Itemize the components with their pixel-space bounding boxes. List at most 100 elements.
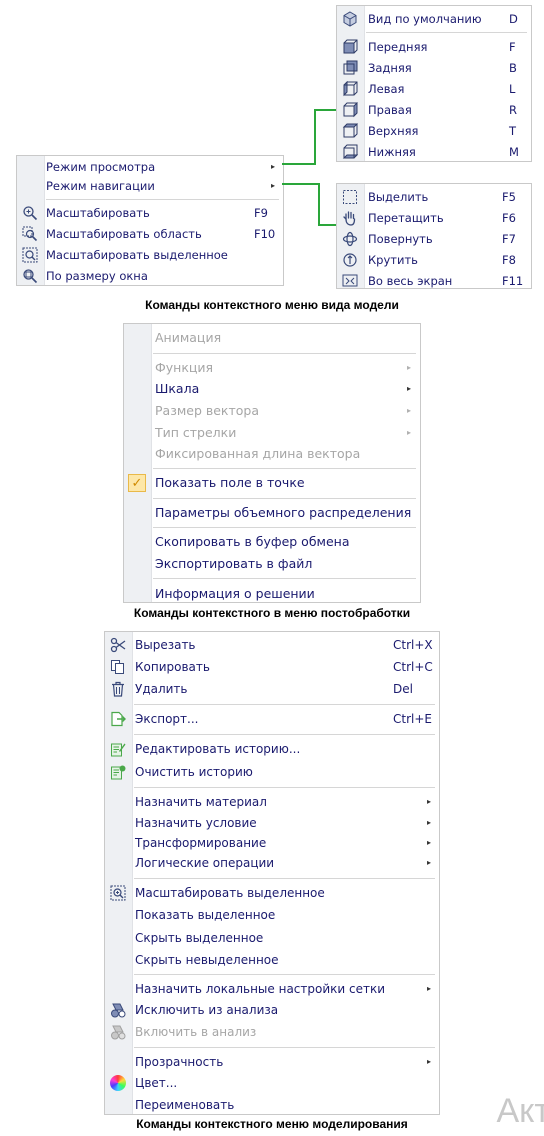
menu-item-show-selected[interactable]: Показать выделенное bbox=[105, 905, 439, 925]
menu-item-delete[interactable]: Удалить Del bbox=[105, 679, 439, 699]
menu-item-label: Анимация bbox=[155, 330, 222, 345]
menu-item-hide-unselected[interactable]: Скрыть невыделенное bbox=[105, 950, 439, 970]
shortcut-label: L bbox=[509, 82, 516, 96]
menu-item-local-mesh-settings[interactable]: Назначить локальные настройки сетки ▸ bbox=[105, 979, 439, 999]
menu-item-pan[interactable]: Перетащить F6 bbox=[337, 208, 531, 228]
rotate-icon bbox=[342, 231, 358, 247]
connector-line bbox=[282, 183, 320, 185]
cube-top-icon bbox=[342, 123, 358, 138]
menu-item-default-view[interactable]: Вид по умолчанию D bbox=[337, 9, 531, 29]
menu-separator bbox=[153, 527, 416, 528]
shortcut-label: M bbox=[509, 145, 519, 159]
submenu-arrow-icon: ▸ bbox=[427, 797, 432, 806]
menu-item-export-file[interactable]: Экспортировать в файл bbox=[124, 553, 420, 575]
edit-history-icon bbox=[111, 743, 126, 757]
menu-item-nav-mode[interactable]: Режим навигации ▸ bbox=[17, 176, 283, 196]
shortcut-label: F11 bbox=[502, 274, 524, 288]
menu-item-label: Задняя bbox=[368, 61, 412, 75]
menu-item-label: Шкала bbox=[155, 381, 200, 396]
menu-item-right[interactable]: Правая R bbox=[337, 100, 531, 120]
caption-postprocessing-menu: Команды контекстного в меню постобработк… bbox=[133, 606, 411, 620]
menu-item-copy[interactable]: Копировать Ctrl+C bbox=[105, 657, 439, 677]
menu-item-zoom-selected[interactable]: Масштабировать выделенное bbox=[17, 245, 283, 265]
submenu-arrow-icon: ▸ bbox=[271, 162, 276, 171]
menu-item-label: Скопировать в буфер обмена bbox=[155, 534, 350, 549]
view-mode-submenu: Вид по умолчанию D Передняя F Задняя B Л… bbox=[336, 5, 532, 162]
cube-back-icon bbox=[343, 60, 358, 75]
menu-item-edit-history[interactable]: Редактировать историю... bbox=[105, 739, 439, 759]
menu-item-exclude-analysis[interactable]: Исключить из анализа bbox=[105, 1000, 439, 1020]
menu-separator bbox=[134, 734, 435, 735]
caption-modeling-menu: Команды контекстного меню моделирования bbox=[136, 1117, 408, 1131]
shortcut-label: D bbox=[509, 12, 518, 26]
menu-item-label: Очистить историю bbox=[135, 765, 253, 779]
zoom-selected-icon bbox=[22, 247, 38, 263]
menu-item-color[interactable]: Цвет... bbox=[105, 1073, 439, 1093]
menu-item-assign-material[interactable]: Назначить материал ▸ bbox=[105, 792, 439, 812]
menu-item-copy-clipboard[interactable]: Скопировать в буфер обмена bbox=[124, 531, 420, 553]
menu-separator bbox=[134, 704, 435, 705]
menu-item-label: Тип стрелки bbox=[155, 425, 237, 440]
shortcut-label: F bbox=[509, 40, 516, 54]
menu-item-rename[interactable]: Переименовать bbox=[105, 1095, 439, 1115]
menu-item-volume-distribution-params[interactable]: Параметры объемного распределения bbox=[124, 502, 420, 524]
menu-item-label: Скрыть выделенное bbox=[135, 931, 264, 945]
caption-view-menu: Команды контекстного меню вида модели bbox=[145, 298, 399, 312]
submenu-arrow-icon: ▸ bbox=[427, 858, 432, 867]
menu-item-boolean-ops[interactable]: Логические операции ▸ bbox=[105, 853, 439, 873]
menu-item-view-mode[interactable]: Режим просмотра ▸ bbox=[17, 157, 283, 177]
menu-item-clear-history[interactable]: Очистить историю bbox=[105, 762, 439, 782]
menu-item-label: Цвет... bbox=[135, 1076, 178, 1090]
menu-item-left[interactable]: Левая L bbox=[337, 79, 531, 99]
menu-separator bbox=[134, 878, 435, 879]
menu-item-zoom-area[interactable]: Масштабировать область F10 bbox=[17, 224, 283, 244]
shortcut-label: F10 bbox=[254, 227, 276, 241]
menu-item-zoom-selected[interactable]: Масштабировать выделенное bbox=[105, 883, 439, 903]
menu-item-show-field-at-point[interactable]: ✓ Показать поле в точке bbox=[124, 472, 420, 494]
export-icon bbox=[111, 711, 126, 727]
menu-item-assign-condition[interactable]: Назначить условие ▸ bbox=[105, 813, 439, 833]
menu-item-select[interactable]: Выделить F5 bbox=[337, 187, 531, 207]
menu-item-zoom[interactable]: Масштабировать F9 bbox=[17, 203, 283, 223]
shortcut-label: F8 bbox=[502, 253, 516, 267]
menu-item-transform[interactable]: Трансформирование ▸ bbox=[105, 833, 439, 853]
menu-item-label: Скрыть невыделенное bbox=[135, 953, 279, 967]
menu-item-transparency[interactable]: Прозрачность ▸ bbox=[105, 1052, 439, 1072]
menu-separator bbox=[134, 1047, 435, 1048]
nav-mode-submenu: Выделить F5 Перетащить F6 Повернуть F7 К… bbox=[336, 183, 532, 289]
menu-item-label: Исключить из анализа bbox=[135, 1003, 279, 1017]
menu-item-animation: Анимация bbox=[124, 327, 420, 349]
menu-item-cut[interactable]: Вырезать Ctrl+X bbox=[105, 635, 439, 655]
shortcut-label: R bbox=[509, 103, 517, 117]
menu-item-back[interactable]: Задняя B bbox=[337, 58, 531, 78]
menu-item-fullscreen[interactable]: Во весь экран F11 bbox=[337, 271, 531, 291]
include-analysis-icon bbox=[111, 1025, 126, 1040]
menu-item-export[interactable]: Экспорт... Ctrl+E bbox=[105, 709, 439, 729]
menu-item-label: Показать выделенное bbox=[135, 908, 276, 922]
menu-item-label: Редактировать историю... bbox=[135, 742, 301, 756]
shortcut-label: Ctrl+X bbox=[393, 638, 433, 652]
menu-separator bbox=[153, 353, 416, 354]
menu-item-top[interactable]: Верхняя T bbox=[337, 121, 531, 141]
menu-separator bbox=[366, 32, 527, 33]
menu-item-bottom[interactable]: Нижняя M bbox=[337, 142, 531, 162]
menu-item-hide-selected[interactable]: Скрыть выделенное bbox=[105, 928, 439, 948]
cube-left-icon bbox=[343, 81, 358, 97]
menu-item-spin[interactable]: Крутить F8 bbox=[337, 250, 531, 270]
cube-bottom-icon bbox=[342, 144, 358, 159]
menu-item-scale[interactable]: Шкала ▸ bbox=[124, 378, 420, 400]
menu-item-function: Функция ▸ bbox=[124, 357, 420, 379]
menu-item-label: Вырезать bbox=[135, 638, 196, 652]
menu-item-fit-window[interactable]: По размеру окна bbox=[17, 266, 283, 286]
menu-item-front[interactable]: Передняя F bbox=[337, 37, 531, 57]
color-wheel-icon bbox=[110, 1075, 126, 1091]
menu-item-solution-info[interactable]: Информация о решении bbox=[124, 583, 420, 605]
trash-icon bbox=[112, 681, 124, 697]
submenu-arrow-icon: ▸ bbox=[427, 1057, 432, 1066]
menu-item-label: Назначить условие bbox=[135, 816, 257, 830]
clear-history-icon bbox=[111, 765, 126, 780]
submenu-arrow-icon: ▸ bbox=[427, 984, 432, 993]
menu-item-label: Размер вектора bbox=[155, 403, 260, 418]
menu-item-label: Правая bbox=[368, 103, 412, 117]
menu-item-rotate[interactable]: Повернуть F7 bbox=[337, 229, 531, 249]
